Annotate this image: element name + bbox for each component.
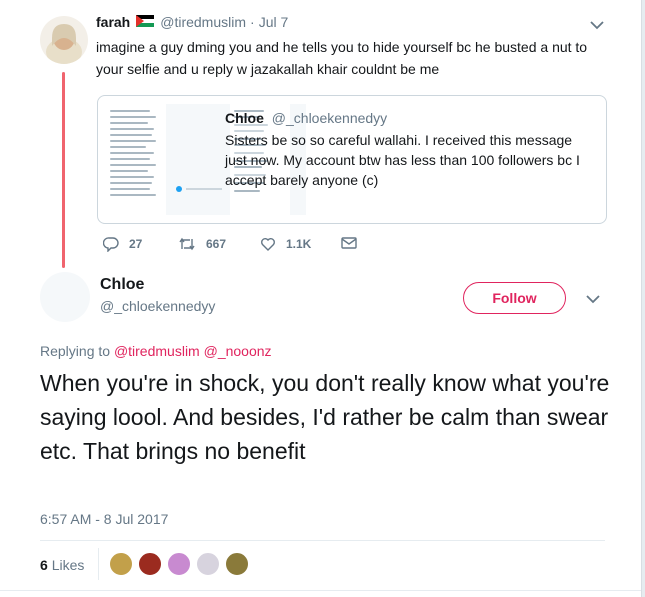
retweet-icon [179,237,195,251]
reply-mention-link[interactable]: @_nooonz [204,343,272,359]
main-author-name[interactable]: Chloe [100,276,144,294]
main-tweet-text: When you're in shock, you don't really k… [40,370,610,464]
main-author-handle[interactable]: @_chloekennedyy [100,298,215,314]
reply-action[interactable]: 27 [103,236,142,252]
chloe-avatar[interactable] [40,272,90,322]
liker-avatar[interactable] [108,551,134,577]
top-tweet-header: farah @tiredmuslim · Jul 7 [96,14,289,30]
likes-label: Likes [51,557,85,573]
liker-avatar[interactable] [195,551,221,577]
like-count: 1.1K [286,237,312,251]
thread-line [62,72,65,268]
stat-divider [98,548,99,580]
retweet-count: 667 [206,237,227,251]
likes-count: 6 [40,557,48,573]
chevron-down-icon[interactable] [589,20,605,30]
likes-stat[interactable]: 6 Likes [40,557,84,573]
quoted-author-name: Chloe [225,110,264,126]
like-icon [261,238,275,251]
divider [40,540,605,541]
reply-count: 27 [129,237,143,251]
divider [0,590,641,591]
retweet-action[interactable]: 667 [178,236,226,252]
replying-to-label: Replying to [40,343,111,359]
liker-avatar[interactable] [166,551,192,577]
replying-to: Replying to @tiredmuslim @_nooonz [40,343,272,359]
quoted-tweet-text: Sisters be so so careful wallahi. I rece… [225,132,580,188]
dm-icon [341,237,357,249]
tweet-date[interactable]: Jul 7 [259,14,289,30]
tweet-page: farah @tiredmuslim · Jul 7 imagine a guy… [0,0,642,597]
tweet-timestamp[interactable]: 6:57 AM - 8 Jul 2017 [40,511,168,527]
quoted-tweet[interactable]: Chloe @_chloekennedyy Sisters be so so c… [97,95,607,224]
quoted-author-handle: @_chloekennedyy [271,110,388,126]
reply-mention-link[interactable]: @tiredmuslim [114,343,200,359]
dm-action[interactable] [341,236,367,250]
liker-avatar[interactable] [224,551,250,577]
like-action[interactable]: 1.1K [260,236,311,252]
reply-icon [103,237,119,252]
author-name[interactable]: farah [96,14,130,30]
author-handle[interactable]: @tiredmuslim [160,14,246,30]
chevron-down-icon[interactable] [585,294,601,304]
palestine-flag-icon [136,14,155,30]
farah-avatar[interactable] [40,16,88,64]
quoted-tweet-header: Chloe @_chloekennedyy [225,110,387,126]
top-tweet-text: imagine a guy dming you and he tells you… [96,39,588,77]
follow-button[interactable]: Follow [463,282,566,314]
liker-avatar[interactable] [137,551,163,577]
